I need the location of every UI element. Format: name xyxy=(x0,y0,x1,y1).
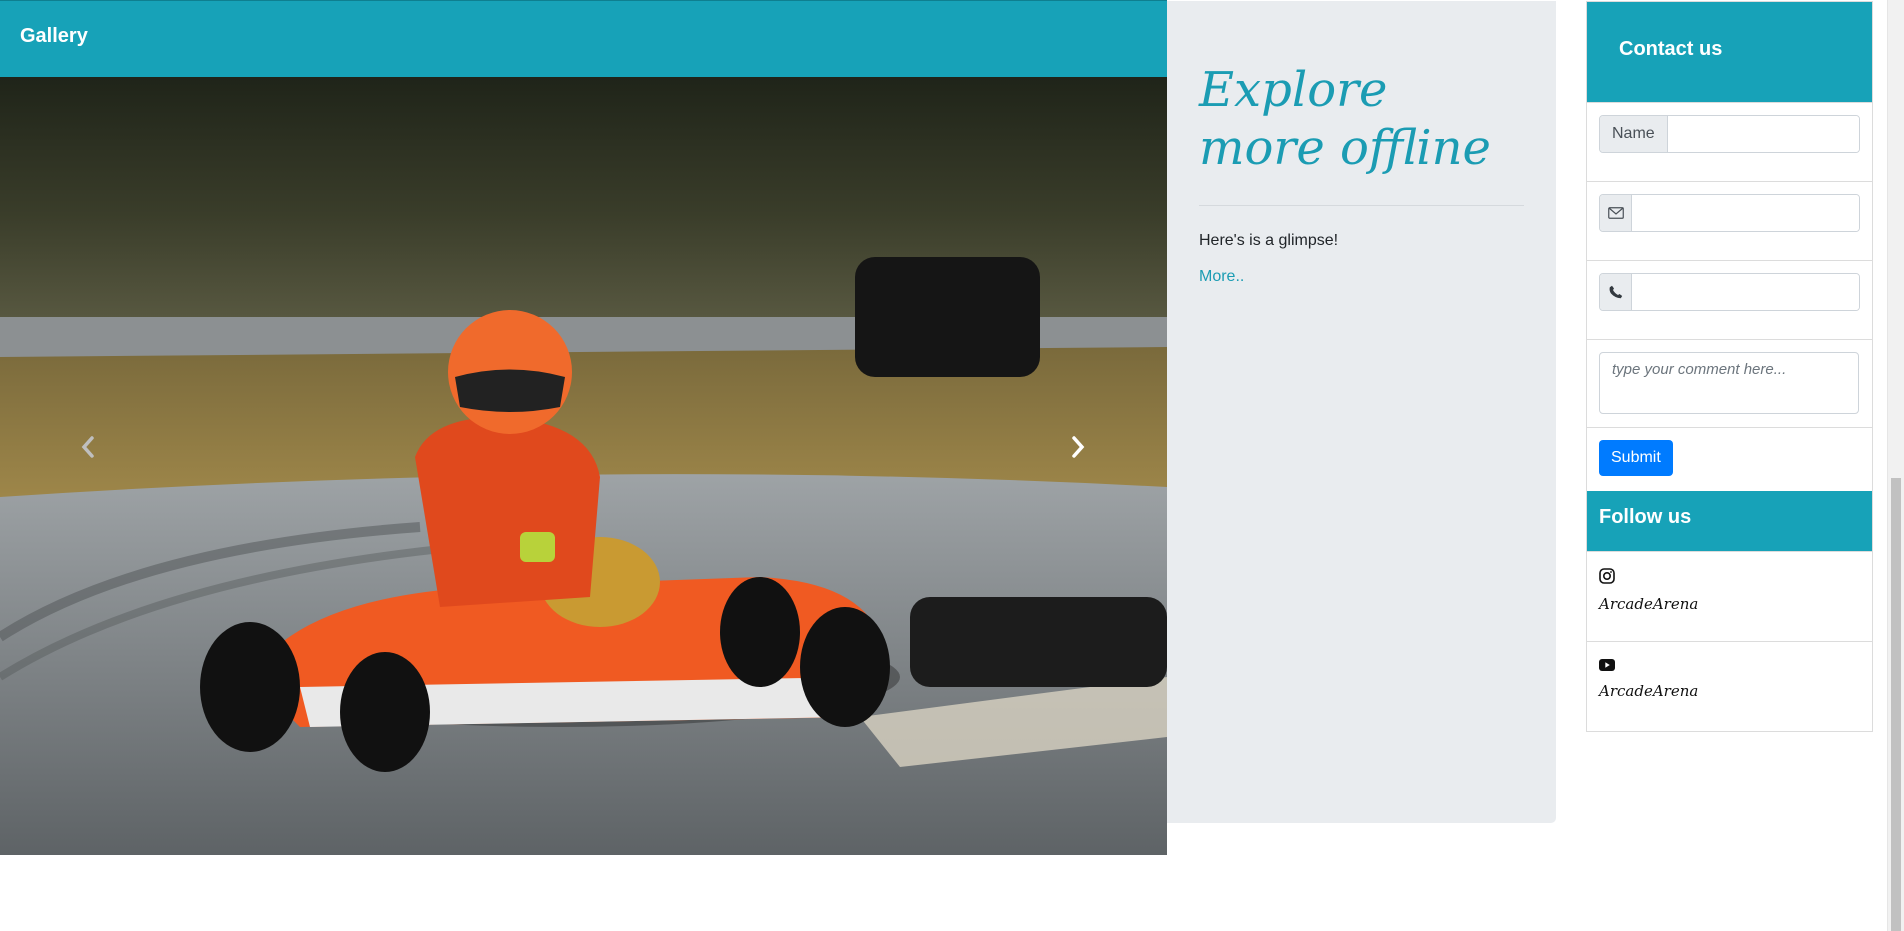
contact-sidebar: Contact us Name type your comment here..… xyxy=(1586,1,1873,732)
name-input-group: Name xyxy=(1599,115,1860,153)
phone-input[interactable] xyxy=(1632,274,1859,310)
phone-icon xyxy=(1600,274,1632,310)
name-input[interactable] xyxy=(1667,116,1859,152)
explore-panel: Explore more offline Here's is a glimpse… xyxy=(1167,1,1556,823)
gallery-carousel[interactable] xyxy=(0,77,1167,855)
email-row xyxy=(1587,181,1872,260)
explore-text: Here's is a glimpse! xyxy=(1199,232,1339,249)
carousel-next-button[interactable] xyxy=(1048,417,1108,477)
social-item-instagram[interactable]: ArcadeArena xyxy=(1587,551,1872,641)
envelope-icon xyxy=(1600,195,1632,231)
gallery-title: Gallery xyxy=(0,0,1167,77)
youtube-icon xyxy=(1599,659,1615,671)
contact-title: Contact us xyxy=(1587,2,1872,102)
social-item-youtube[interactable]: ArcadeArena xyxy=(1587,641,1872,731)
more-link[interactable]: More.. xyxy=(1199,268,1244,285)
name-label: Name xyxy=(1600,116,1668,152)
email-input-group xyxy=(1599,194,1860,232)
comment-textarea[interactable] xyxy=(1599,352,1859,414)
chevron-right-icon xyxy=(1072,436,1085,458)
explore-divider xyxy=(1199,205,1524,206)
instagram-icon xyxy=(1599,568,1615,584)
explore-title: Explore more offline xyxy=(1199,62,1491,176)
karting-photo xyxy=(0,77,1167,855)
chevron-left-icon xyxy=(81,436,94,458)
page: Gallery Explore more offline Here's is a… xyxy=(0,0,1904,931)
follow-title: Follow us xyxy=(1587,491,1872,551)
page-scrollbar[interactable] xyxy=(1887,0,1904,931)
gallery-section: Gallery xyxy=(0,0,1167,855)
submit-row: Submit xyxy=(1587,427,1872,491)
phone-row xyxy=(1587,260,1872,339)
name-row: Name xyxy=(1587,102,1872,181)
email-input[interactable] xyxy=(1632,195,1859,231)
comment-row xyxy=(1587,339,1872,427)
phone-input-group xyxy=(1599,273,1860,311)
youtube-label: ArcadeArena xyxy=(1599,682,1699,700)
scrollbar-thumb[interactable] xyxy=(1891,478,1901,931)
submit-button[interactable]: Submit xyxy=(1599,440,1673,476)
instagram-label: ArcadeArena xyxy=(1599,595,1699,613)
carousel-prev-button[interactable] xyxy=(58,417,118,477)
